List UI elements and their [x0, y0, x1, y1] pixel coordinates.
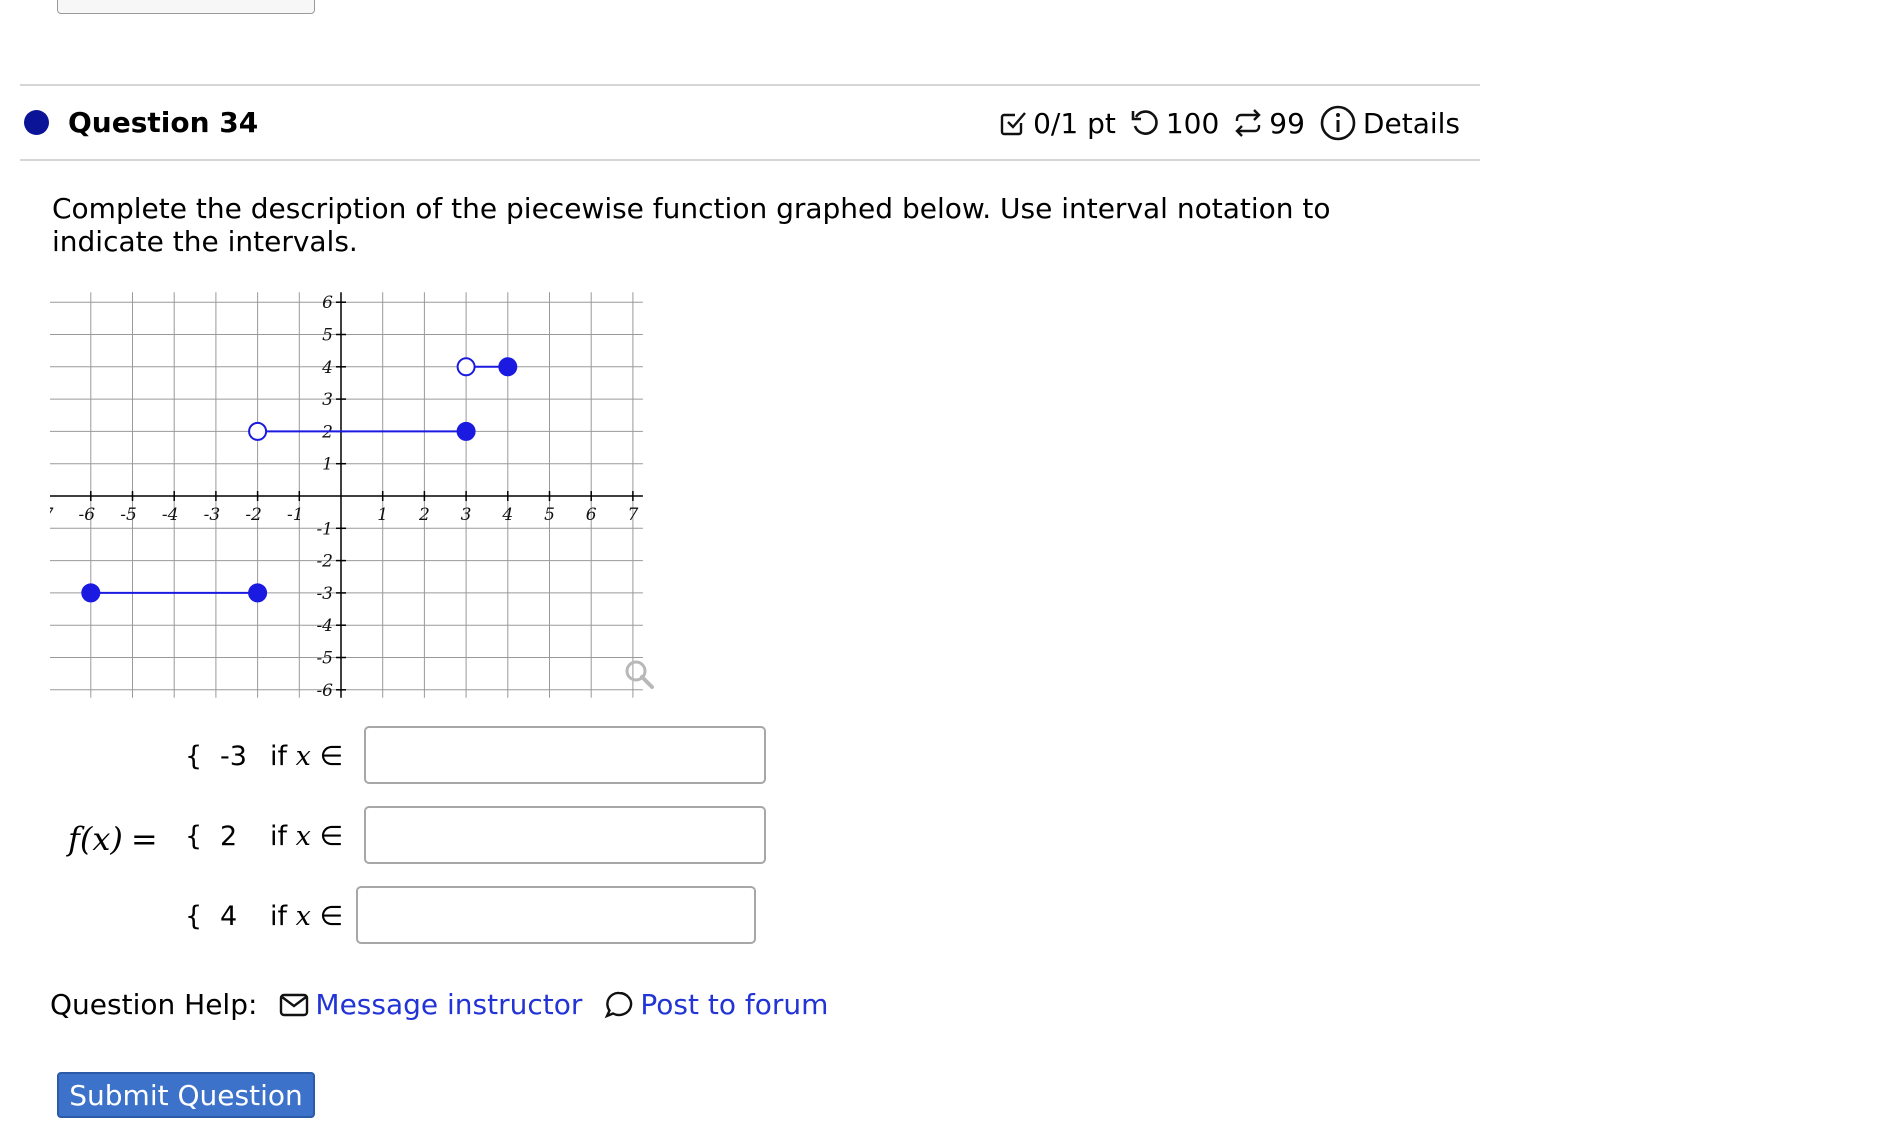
message-instructor-link[interactable]: Message instructor	[279, 988, 582, 1021]
open-endpoint	[248, 421, 268, 441]
formula-row-1: { -3 if x ∈	[185, 740, 343, 772]
attempts-indicator: 100	[1130, 107, 1219, 140]
question-help-label: Question Help:	[50, 988, 258, 1021]
x-tick-labels: -7 -6 -5 -4 -3 -2 -1 1 2 3 4 5 6 7	[50, 505, 638, 525]
mail-icon	[280, 993, 309, 1016]
question-title: Question 34	[68, 106, 259, 139]
y-tick-label: -2	[316, 552, 333, 572]
submit-question-button[interactable]: Submit Question	[57, 1072, 315, 1118]
interval-input-3[interactable]	[356, 886, 756, 944]
closed-endpoint	[81, 583, 101, 603]
question-help: Question Help: Message instructor Post t…	[50, 988, 828, 1021]
question-status-dot	[24, 110, 49, 135]
y-tick-label: -3	[316, 584, 333, 604]
closed-endpoint	[456, 421, 476, 441]
axes	[50, 292, 643, 698]
y-tick-label: -5	[316, 649, 333, 669]
x-tick-label: 5	[544, 505, 555, 525]
details-button[interactable]: Details	[1319, 104, 1460, 142]
piece-value-3: 4	[220, 900, 238, 932]
piece-value-1: -3	[220, 740, 247, 772]
retries-text: 99	[1269, 106, 1305, 140]
grid-lines	[50, 292, 643, 698]
x-tick-label: -3	[204, 505, 221, 525]
details-label: Details	[1362, 106, 1460, 140]
formula-row-3: { 4 if x ∈	[185, 900, 343, 932]
x-tick-label: 1	[377, 505, 388, 525]
closed-endpoint	[248, 583, 268, 603]
open-endpoint	[456, 357, 476, 377]
x-tick-label: -2	[245, 505, 262, 525]
post-to-forum-text: Post to forum	[640, 988, 829, 1021]
x-tick-label: 3	[461, 505, 472, 525]
function-label: f(x) =	[68, 820, 158, 858]
points-text: 0/1 pt	[1033, 106, 1116, 140]
y-tick-label: 3	[322, 390, 333, 410]
info-icon	[1320, 105, 1356, 141]
piecewise-graph: -7 -6 -5 -4 -3 -2 -1 1 2 3 4 5 6 7 6 5 4 3 2 1 -1 -2 -3 -4 -5 -6	[50, 292, 654, 701]
x-tick-label: -5	[120, 505, 137, 525]
attempts-text: 100	[1165, 106, 1220, 140]
interval-input-1[interactable]	[364, 726, 766, 784]
condition-text: if x ∈	[270, 900, 343, 932]
condition-text: if x ∈	[270, 820, 343, 852]
y-tick-label: 6	[322, 293, 333, 313]
x-tick-label: -1	[287, 505, 304, 525]
question-header: Question 34 0/1 pt 100 99 Details	[20, 84, 1480, 158]
chat-bubble-icon	[605, 991, 633, 1018]
formula-row-2: { 2 if x ∈	[185, 820, 343, 852]
y-tick-labels: 654321-1-2-3-4-5-6	[316, 293, 333, 701]
x-tick-label: 4	[501, 505, 513, 525]
y-tick-label: 5	[322, 326, 333, 346]
piece-value-2: 2	[220, 820, 238, 852]
post-to-forum-link[interactable]: Post to forum	[604, 988, 828, 1021]
y-tick-label: 1	[322, 455, 333, 475]
y-tick-label: 4	[321, 358, 333, 378]
previous-submit-button[interactable]	[57, 0, 315, 14]
condition-text: if x ∈	[270, 740, 343, 772]
divider-bottom	[20, 159, 1480, 161]
question-prompt: Complete the description of the piecewis…	[52, 192, 1331, 258]
x-tick-label: 6	[586, 505, 597, 525]
interval-input-2[interactable]	[364, 806, 766, 864]
retries-indicator: 99	[1233, 107, 1305, 140]
y-tick-label: -4	[316, 616, 333, 636]
x-tick-label: 7	[627, 505, 638, 525]
x-tick-label: -4	[162, 505, 179, 525]
closed-endpoint	[498, 357, 518, 377]
magnifier-icon[interactable]	[625, 660, 654, 689]
message-instructor-text: Message instructor	[315, 988, 583, 1021]
undo-icon	[1131, 110, 1158, 135]
x-tick-label: -7	[50, 505, 54, 525]
y-tick-label: -6	[316, 681, 333, 701]
repeat-icon	[1235, 109, 1261, 137]
x-tick-label: 2	[418, 505, 430, 525]
points-indicator: 0/1 pt	[999, 107, 1116, 140]
question-meta: 0/1 pt 100 99 Details	[985, 104, 1460, 142]
checkbox-icon	[1000, 112, 1027, 136]
x-tick-label: -6	[79, 505, 96, 525]
y-tick-label: -1	[316, 519, 333, 539]
